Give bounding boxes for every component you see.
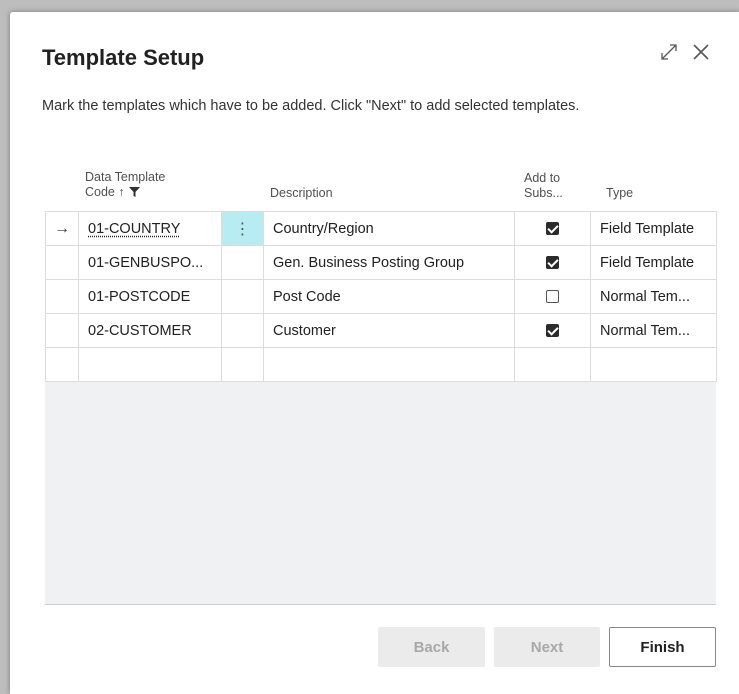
window-controls [659,42,711,62]
row-menu-cell[interactable] [221,313,264,348]
current-row-arrow-icon: → [45,211,79,246]
empty-cell[interactable] [590,347,717,382]
empty-cell[interactable] [514,347,591,382]
cell-description[interactable]: Post Code [263,279,515,314]
cell-type[interactable]: Field Template [590,211,717,246]
finish-button[interactable]: Finish [609,627,716,667]
close-icon[interactable] [691,42,711,62]
cell-add-to-subs[interactable] [514,279,591,314]
table-row[interactable]: → 01-COUNTRY ⋮ Country/Region Field Temp… [45,211,717,246]
row-menu-cell[interactable] [221,279,264,314]
cell-add-to-subs[interactable] [514,211,591,246]
table-row[interactable]: 01-GENBUSPO... Gen. Business Posting Gro… [45,245,717,280]
dialog-title: Template Setup [42,45,205,70]
column-header-code[interactable]: Data Template Code ↑ [85,170,165,201]
more-options-icon: ⋮ [234,220,251,238]
template-setup-dialog: Template Setup Mark the templates which … [10,12,739,694]
cell-type[interactable]: Normal Tem... [590,313,717,348]
empty-cell[interactable] [78,347,222,382]
cell-description[interactable]: Customer [263,313,515,348]
row-indicator [45,279,79,314]
empty-cell[interactable] [45,347,79,382]
next-button[interactable]: Next [494,627,600,667]
cell-type[interactable]: Normal Tem... [590,279,717,314]
grid-header: Data Template Code ↑ Description Add to … [45,164,716,211]
templates-grid: Data Template Code ↑ Description Add to … [45,164,717,605]
column-header-description[interactable]: Description [270,186,333,201]
table-row[interactable]: 02-CUSTOMER Customer Normal Tem... [45,313,717,348]
column-header-add-to-subs[interactable]: Add to Subs... [524,171,563,201]
grid-table: → 01-COUNTRY ⋮ Country/Region Field Temp… [45,211,717,382]
cell-code[interactable]: 01-COUNTRY [78,211,222,246]
cell-add-to-subs[interactable] [514,313,591,348]
checkbox-unchecked[interactable] [546,290,559,304]
instructions-text: Mark the templates which have to be adde… [42,98,580,114]
cell-add-to-subs[interactable] [514,245,591,280]
empty-cell[interactable] [221,347,264,382]
cell-description[interactable]: Gen. Business Posting Group [263,245,515,280]
back-button[interactable]: Back [378,627,485,667]
cell-code[interactable]: 01-POSTCODE [78,279,222,314]
filter-icon[interactable] [128,186,140,201]
empty-cell[interactable] [263,347,515,382]
row-indicator [45,313,79,348]
cell-description[interactable]: Country/Region [263,211,515,246]
expand-icon[interactable] [659,42,679,62]
row-menu-cell[interactable] [221,245,264,280]
checkbox-checked[interactable] [546,222,559,236]
cell-code[interactable]: 02-CUSTOMER [78,313,222,348]
row-menu-button[interactable]: ⋮ [221,211,264,246]
checkbox-checked[interactable] [546,256,559,270]
column-header-type[interactable]: Type [606,186,633,201]
table-row[interactable]: 01-POSTCODE Post Code Normal Tem... [45,279,717,314]
cell-type[interactable]: Field Template [590,245,717,280]
table-row-empty[interactable] [45,347,717,382]
cell-code[interactable]: 01-GENBUSPO... [78,245,222,280]
checkbox-checked[interactable] [546,324,559,338]
row-indicator [45,245,79,280]
